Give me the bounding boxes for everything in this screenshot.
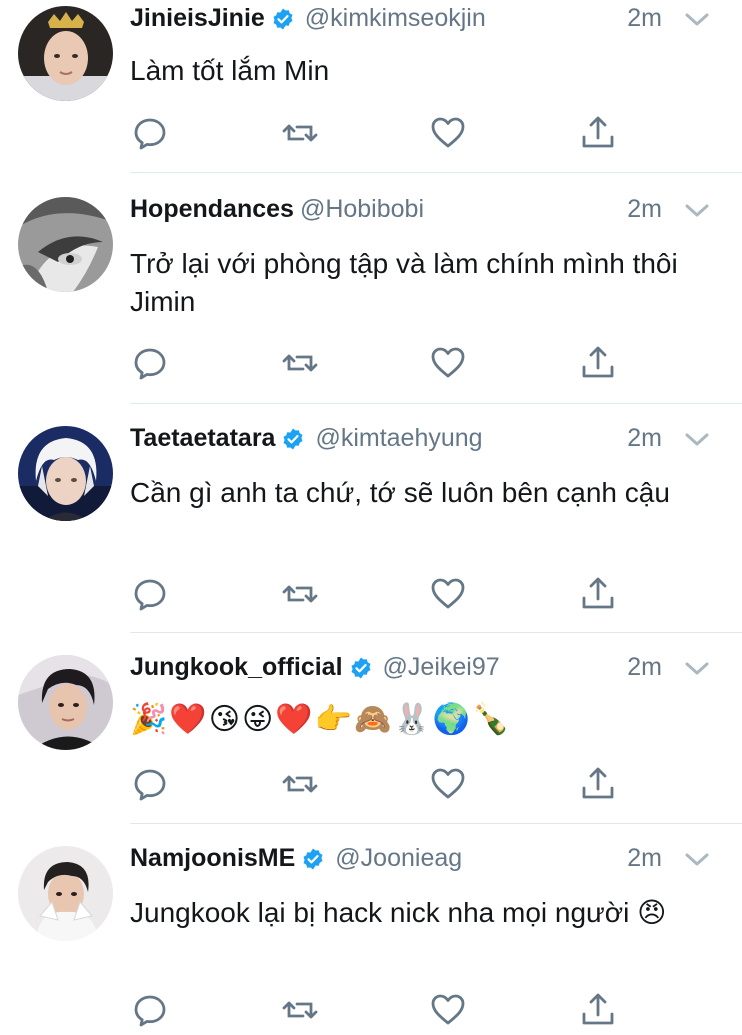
- avatar[interactable]: [18, 846, 113, 941]
- verified-badge-icon: [271, 7, 295, 31]
- tweet-header: Hopendances @Hobibobi 2m: [130, 195, 712, 235]
- display-name[interactable]: JinieisJinie: [130, 4, 265, 32]
- retweet-icon[interactable]: [280, 343, 320, 383]
- heart-icon[interactable]: [428, 343, 468, 383]
- user-handle[interactable]: @kimkimseokjin: [305, 4, 486, 32]
- tweet-actions: [130, 343, 630, 383]
- tweet[interactable]: Jungkook_official @Jeikei97 2m 🎉❤️😘😜❤️👉🙈🐰…: [0, 633, 742, 823]
- share-icon[interactable]: [578, 764, 618, 804]
- timestamp[interactable]: 2m: [627, 844, 662, 873]
- reply-icon[interactable]: [130, 764, 170, 804]
- timestamp[interactable]: 2m: [627, 653, 662, 682]
- retweet-icon[interactable]: [280, 574, 320, 614]
- chevron-down-icon[interactable]: [682, 428, 712, 452]
- retweet-icon[interactable]: [280, 990, 320, 1030]
- verified-badge-icon: [281, 427, 305, 451]
- tweet-header: NamjoonisME @Joonieag 2m: [130, 844, 712, 884]
- chevron-down-icon[interactable]: [682, 848, 712, 872]
- reply-icon[interactable]: [130, 574, 170, 614]
- tweet-text: Cần gì anh ta chứ, tớ sẽ luôn bên cạnh c…: [130, 477, 670, 508]
- tweet[interactable]: Taetaetatara @kimtaehyung 2m Cần gì anh t…: [0, 404, 742, 632]
- share-icon[interactable]: [578, 113, 618, 153]
- user-handle[interactable]: @Hobibobi: [300, 195, 424, 223]
- heart-icon[interactable]: [428, 764, 468, 804]
- tweet-text: 🎉❤️😘😜❤️👉🙈🐰🌍🍾: [130, 702, 512, 737]
- user-handle[interactable]: @kimtaehyung: [315, 424, 482, 452]
- tweet-header: Taetaetatara @kimtaehyung 2m: [130, 424, 712, 464]
- verified-badge-icon: [349, 656, 373, 680]
- user-handle[interactable]: @Joonieag: [335, 844, 462, 872]
- heart-icon[interactable]: [428, 113, 468, 153]
- tweet-actions: [130, 574, 630, 614]
- reply-icon[interactable]: [130, 990, 170, 1030]
- tweet-header: Jungkook_official @Jeikei97 2m: [130, 653, 712, 693]
- tweet-text: Làm tốt lắm Min: [130, 55, 330, 86]
- avatar[interactable]: [18, 6, 113, 101]
- heart-icon[interactable]: [428, 990, 468, 1030]
- reply-icon[interactable]: [130, 343, 170, 383]
- reply-icon[interactable]: [130, 113, 170, 153]
- tweet-actions: [130, 990, 630, 1030]
- chevron-down-icon[interactable]: [682, 8, 712, 32]
- tweet-actions: [130, 113, 630, 153]
- tweet[interactable]: NamjoonisME @Joonieag 2m Jungkook lại bị …: [0, 824, 742, 1035]
- heart-icon[interactable]: [428, 574, 468, 614]
- verified-badge-icon: [301, 847, 325, 871]
- share-icon[interactable]: [578, 343, 618, 383]
- user-handle[interactable]: @Jeikei97: [383, 653, 500, 681]
- tweet[interactable]: Hopendances @Hobibobi 2m Trở lại với phòn…: [0, 173, 742, 403]
- display-name[interactable]: NamjoonisME: [130, 844, 295, 872]
- avatar[interactable]: [18, 426, 113, 521]
- display-name[interactable]: Hopendances: [130, 195, 294, 223]
- share-icon[interactable]: [578, 990, 618, 1030]
- chevron-down-icon[interactable]: [682, 657, 712, 681]
- chevron-down-icon[interactable]: [682, 199, 712, 223]
- display-name[interactable]: Taetaetatara: [130, 424, 275, 452]
- tweet-text: Trở lại với phòng tập và làm chính mình …: [130, 248, 678, 317]
- retweet-icon[interactable]: [280, 113, 320, 153]
- tweet-header: JinieisJinie @kimkimseokjin 2m: [130, 4, 712, 44]
- avatar[interactable]: [18, 197, 113, 292]
- timestamp[interactable]: 2m: [627, 424, 662, 453]
- tweet[interactable]: JinieisJinie @kimkimseokjin 2m Làm tốt lắ…: [0, 0, 742, 172]
- share-icon[interactable]: [578, 574, 618, 614]
- avatar[interactable]: [18, 655, 113, 750]
- display-name[interactable]: Jungkook_official: [130, 653, 343, 681]
- retweet-icon[interactable]: [280, 764, 320, 804]
- timestamp[interactable]: 2m: [627, 4, 662, 33]
- tweet-actions: [130, 764, 630, 804]
- timestamp[interactable]: 2m: [627, 195, 662, 224]
- tweet-text: Jungkook lại bị hack nick nha mọi người …: [130, 897, 667, 928]
- tweet-feed: JinieisJinie @kimkimseokjin 2m Làm tốt lắ…: [0, 0, 742, 1035]
